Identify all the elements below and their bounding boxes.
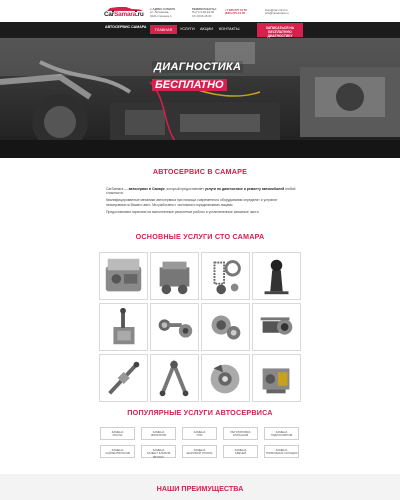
popular-services-buttons: ЗАМЕНА МАСЛА ЗАМЕНА ФИЛЬТРОВ ЗАМЕНА ГРМ РЕГ…	[100, 427, 300, 458]
about-title: АВТОСЕРВИС В САМАРЕ	[152, 167, 248, 176]
about-text: CarSamara — автосервис в Самаре, который…	[106, 187, 296, 217]
popular-service-button[interactable]: ЗАМЕНА ГРМ	[182, 427, 217, 440]
nav-site-title: АВТОСЕРВИС САМАРА	[105, 25, 147, 29]
free-diagnostics-button[interactable]: ЗАПИСАТЬСЯ НА БЕСПЛАТНУЮ ДИАГНОСТИКУ	[257, 23, 303, 38]
nav-item-promos[interactable]: АКЦИИ	[200, 27, 213, 31]
popular-service-button[interactable]: ЗАМЕНА ШАРОВОЙ ОПОРЫ	[182, 445, 217, 458]
popular-service-button[interactable]: ЗАМЕНА СВЕЧЕЙ	[223, 445, 258, 458]
service-hvac-unit[interactable]	[252, 354, 301, 402]
nav-item-contacts[interactable]: КОНТАКТЫ	[219, 27, 239, 31]
service-wiper-motor[interactable]	[252, 303, 301, 351]
about-paragraph-1: CarSamara — автосервис в Самаре, который…	[106, 187, 296, 196]
nav-item-services[interactable]: УСЛУГИ	[180, 27, 195, 31]
popular-service-button[interactable]: РЕГУЛИРОВКА КЛАПАНОВ	[223, 427, 258, 440]
nav-item-home[interactable]: ГЛАВНАЯ	[150, 25, 178, 34]
popular-service-button[interactable]: ЗАМЕНА ФИЛЬТРОВ	[141, 427, 176, 440]
popular-service-button[interactable]: ЗАМЕНА САЙЛЕНТБЛОКОВ	[100, 445, 135, 458]
steering-parts-icon	[158, 319, 193, 338]
suspension-arm-icon	[159, 359, 189, 397]
service-rack[interactable]	[99, 354, 148, 402]
gearbox-icon	[113, 307, 135, 345]
service-clutch[interactable]	[201, 303, 250, 351]
popular-service-button[interactable]: ЗАМЕНА ТОРМОЗНЫХ КОЛОДОК	[264, 445, 299, 458]
engine-block-icon	[159, 261, 190, 295]
service-suspension-arm[interactable]	[150, 354, 199, 402]
service-gearbox[interactable]	[99, 303, 148, 351]
popular-title: ПОПУЛЯРНЫЕ УСЛУГИ АВТОСЕРВИСА	[127, 408, 273, 417]
services-grid	[99, 252, 301, 402]
about-paragraph-3: Предоставляем гарантию на выполненные ре…	[106, 209, 260, 214]
service-brake-disc[interactable]	[201, 354, 250, 402]
logo-text: CarSamara.ru	[104, 11, 144, 18]
service-gear-shift[interactable]	[252, 252, 301, 300]
service-engine-block[interactable]	[150, 252, 199, 300]
phones-block[interactable]: +7 846 375 41 50 (846) 375-41-50	[225, 8, 247, 16]
wiper-motor-icon	[260, 317, 293, 335]
gear-shift-icon	[264, 259, 289, 295]
brake-disc-icon	[210, 364, 240, 394]
steering-rack-icon	[108, 361, 140, 395]
hero-title-line2: БЕСПЛАТНО	[152, 79, 227, 91]
popular-service-button[interactable]: ЗАМЕНА МАСЛА	[100, 427, 135, 440]
services-title: ОСНОВНЫЕ УСЛУГИ СТО САМАРА	[135, 232, 265, 241]
address-block: ● АДРЕС САМАРА ул. Литвинова, 322А строе…	[150, 7, 176, 18]
service-engine-bay[interactable]	[99, 252, 148, 300]
service-springs[interactable]	[201, 252, 250, 300]
service-steering-parts[interactable]	[150, 303, 199, 351]
advantages-title: НАШИ ПРЕИМУЩЕСТВА	[156, 484, 244, 493]
engine-bay-icon	[105, 258, 142, 292]
emails-block[interactable]: zkps@car-mtrst.ru info@carsamara.ru	[265, 8, 289, 16]
hero-title-line1: ДИАГНОСТИКА	[152, 61, 244, 73]
page: CarSamara.ru ● АДРЕС САМАРА ул. Литвинов…	[0, 0, 400, 500]
about-paragraph-2: Квалифицированные механики автосервиса п…	[106, 198, 278, 207]
popular-service-button[interactable]: ЗАМЕНА ГИДРОКОМПОВ	[264, 427, 299, 440]
site-header: CarSamara.ru ● АДРЕС САМАРА ул. Литвинов…	[0, 0, 400, 22]
hours-block: РЕЖИМ РАБОТЫ: Пн-Пт 9:00-19:00 Сб 10:00-…	[192, 7, 217, 18]
main-nav: АВТОСЕРВИС САМАРА ГЛАВНАЯ УСЛУГИ АКЦИИ К…	[0, 22, 400, 38]
hvac-unit-icon	[262, 368, 290, 394]
logo[interactable]: CarSamara.ru	[104, 6, 146, 18]
hero-banner: АВТОСЕРВИС САМАРА ГЛАВНАЯ УСЛУГИ АКЦИИ К…	[0, 22, 400, 158]
popular-service-button[interactable]: ЗАМЕНА САЛЕНТ БЛОКОВ ВТУЛОК	[141, 445, 176, 458]
springs-icon	[213, 260, 241, 295]
clutch-icon	[211, 315, 241, 340]
hero-title: ДИАГНОСТИКА БЕСПЛАТНО	[152, 57, 244, 93]
